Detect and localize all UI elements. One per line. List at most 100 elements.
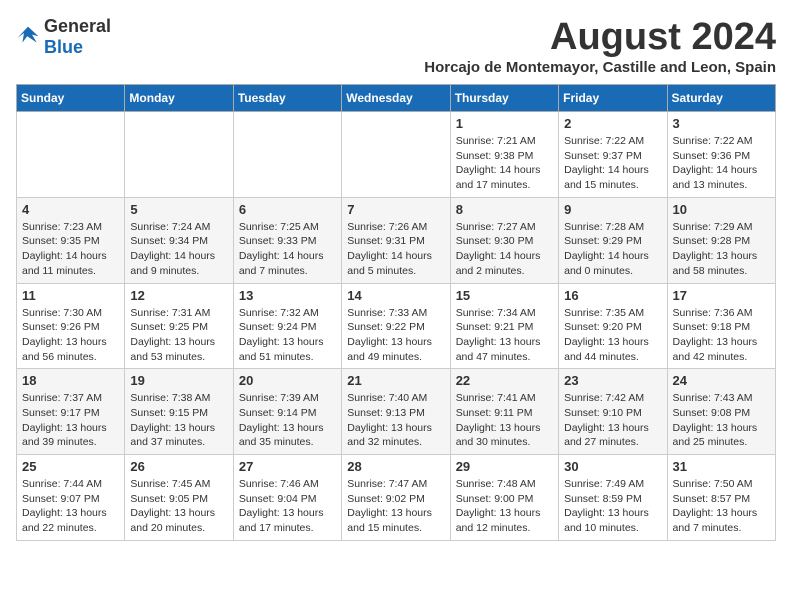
day-info: Sunrise: 7:22 AM Sunset: 9:37 PM Dayligh… xyxy=(564,134,661,193)
calendar-header-row: SundayMondayTuesdayWednesdayThursdayFrid… xyxy=(17,85,776,112)
calendar-cell: 21 Sunrise: 7:40 AM Sunset: 9:13 PM Dayli… xyxy=(342,369,450,455)
day-number: 20 xyxy=(239,373,336,388)
day-info: Sunrise: 7:29 AM Sunset: 9:28 PM Dayligh… xyxy=(673,220,770,279)
day-number: 26 xyxy=(130,459,227,474)
day-number: 5 xyxy=(130,202,227,217)
day-number: 28 xyxy=(347,459,444,474)
day-info: Sunrise: 7:26 AM Sunset: 9:31 PM Dayligh… xyxy=(347,220,444,279)
calendar-week-1: 1Sunrise: 7:21 AM Sunset: 9:38 PM Daylig… xyxy=(17,112,776,198)
day-info: Sunrise: 7:36 AM Sunset: 9:18 PM Dayligh… xyxy=(673,306,770,365)
day-info: Sunrise: 7:28 AM Sunset: 9:29 PM Dayligh… xyxy=(564,220,661,279)
day-info: Sunrise: 7:35 AM Sunset: 9:20 PM Dayligh… xyxy=(564,306,661,365)
calendar-cell: 17 Sunrise: 7:36 AM Sunset: 9:18 PM Dayli… xyxy=(667,283,775,369)
day-info: Sunrise: 7:22 AM Sunset: 9:36 PM Dayligh… xyxy=(673,134,770,193)
day-info: Sunrise: 7:27 AM Sunset: 9:30 PM Dayligh… xyxy=(456,220,553,279)
calendar-cell: 8 Sunrise: 7:27 AM Sunset: 9:30 PM Daylig… xyxy=(450,197,558,283)
day-header-friday: Friday xyxy=(559,85,667,112)
calendar: SundayMondayTuesdayWednesdayThursdayFrid… xyxy=(16,84,776,541)
day-number: 14 xyxy=(347,288,444,303)
day-number: 23 xyxy=(564,373,661,388)
calendar-week-3: 11 Sunrise: 7:30 AM Sunset: 9:26 PM Dayli… xyxy=(17,283,776,369)
calendar-cell: 22Sunrise: 7:41 AM Sunset: 9:11 PM Dayli… xyxy=(450,369,558,455)
day-info: Sunrise: 7:30 AM Sunset: 9:26 PM Dayligh… xyxy=(22,306,119,365)
calendar-week-4: 18 Sunrise: 7:37 AM Sunset: 9:17 PM Dayli… xyxy=(17,369,776,455)
calendar-cell: 28 Sunrise: 7:47 AM Sunset: 9:02 PM Dayli… xyxy=(342,455,450,541)
day-number: 17 xyxy=(673,288,770,303)
calendar-cell: 7 Sunrise: 7:26 AM Sunset: 9:31 PM Daylig… xyxy=(342,197,450,283)
calendar-cell: 15Sunrise: 7:34 AM Sunset: 9:21 PM Dayli… xyxy=(450,283,558,369)
day-number: 30 xyxy=(564,459,661,474)
calendar-cell: 4 Sunrise: 7:23 AM Sunset: 9:35 PM Daylig… xyxy=(17,197,125,283)
day-number: 3 xyxy=(673,116,770,131)
day-header-saturday: Saturday xyxy=(667,85,775,112)
calendar-week-2: 4 Sunrise: 7:23 AM Sunset: 9:35 PM Daylig… xyxy=(17,197,776,283)
day-header-thursday: Thursday xyxy=(450,85,558,112)
calendar-cell: 26 Sunrise: 7:45 AM Sunset: 9:05 PM Dayli… xyxy=(125,455,233,541)
day-info: Sunrise: 7:43 AM Sunset: 9:08 PM Dayligh… xyxy=(673,391,770,450)
day-number: 7 xyxy=(347,202,444,217)
day-number: 8 xyxy=(456,202,553,217)
calendar-cell xyxy=(342,112,450,198)
day-info: Sunrise: 7:33 AM Sunset: 9:22 PM Dayligh… xyxy=(347,306,444,365)
day-number: 10 xyxy=(673,202,770,217)
day-number: 29 xyxy=(456,459,553,474)
day-info: Sunrise: 7:21 AM Sunset: 9:38 PM Dayligh… xyxy=(456,134,553,193)
day-info: Sunrise: 7:47 AM Sunset: 9:02 PM Dayligh… xyxy=(347,477,444,536)
calendar-cell xyxy=(233,112,341,198)
day-number: 21 xyxy=(347,373,444,388)
day-info: Sunrise: 7:40 AM Sunset: 9:13 PM Dayligh… xyxy=(347,391,444,450)
calendar-cell: 20 Sunrise: 7:39 AM Sunset: 9:14 PM Dayli… xyxy=(233,369,341,455)
day-header-monday: Monday xyxy=(125,85,233,112)
calendar-cell: 12Sunrise: 7:31 AM Sunset: 9:25 PM Dayli… xyxy=(125,283,233,369)
day-info: Sunrise: 7:38 AM Sunset: 9:15 PM Dayligh… xyxy=(130,391,227,450)
calendar-cell: 9 Sunrise: 7:28 AM Sunset: 9:29 PM Daylig… xyxy=(559,197,667,283)
day-number: 24 xyxy=(673,373,770,388)
calendar-cell: 24 Sunrise: 7:43 AM Sunset: 9:08 PM Dayli… xyxy=(667,369,775,455)
day-info: Sunrise: 7:32 AM Sunset: 9:24 PM Dayligh… xyxy=(239,306,336,365)
day-number: 16 xyxy=(564,288,661,303)
calendar-cell: 27Sunrise: 7:46 AM Sunset: 9:04 PM Dayli… xyxy=(233,455,341,541)
day-number: 22 xyxy=(456,373,553,388)
calendar-cell xyxy=(17,112,125,198)
day-number: 25 xyxy=(22,459,119,474)
calendar-cell: 31 Sunrise: 7:50 AM Sunset: 8:57 PM Dayli… xyxy=(667,455,775,541)
title-block: August 2024 Horcajo de Montemayor, Casti… xyxy=(424,16,776,76)
day-info: Sunrise: 7:24 AM Sunset: 9:34 PM Dayligh… xyxy=(130,220,227,279)
day-number: 6 xyxy=(239,202,336,217)
logo-bird-icon xyxy=(16,25,40,49)
day-number: 2 xyxy=(564,116,661,131)
calendar-cell: 30 Sunrise: 7:49 AM Sunset: 8:59 PM Dayli… xyxy=(559,455,667,541)
day-info: Sunrise: 7:48 AM Sunset: 9:00 PM Dayligh… xyxy=(456,477,553,536)
day-info: Sunrise: 7:45 AM Sunset: 9:05 PM Dayligh… xyxy=(130,477,227,536)
calendar-cell: 14 Sunrise: 7:33 AM Sunset: 9:22 PM Dayli… xyxy=(342,283,450,369)
calendar-cell: 5 Sunrise: 7:24 AM Sunset: 9:34 PM Daylig… xyxy=(125,197,233,283)
day-number: 9 xyxy=(564,202,661,217)
day-info: Sunrise: 7:37 AM Sunset: 9:17 PM Dayligh… xyxy=(22,391,119,450)
calendar-cell: 23 Sunrise: 7:42 AM Sunset: 9:10 PM Dayli… xyxy=(559,369,667,455)
subtitle: Horcajo de Montemayor, Castille and Leon… xyxy=(424,59,776,76)
header: General Blue August 2024 Horcajo de Mont… xyxy=(16,16,776,76)
day-header-sunday: Sunday xyxy=(17,85,125,112)
calendar-cell: 25 Sunrise: 7:44 AM Sunset: 9:07 PM Dayli… xyxy=(17,455,125,541)
day-header-wednesday: Wednesday xyxy=(342,85,450,112)
calendar-week-5: 25 Sunrise: 7:44 AM Sunset: 9:07 PM Dayli… xyxy=(17,455,776,541)
day-number: 31 xyxy=(673,459,770,474)
day-number: 18 xyxy=(22,373,119,388)
day-info: Sunrise: 7:44 AM Sunset: 9:07 PM Dayligh… xyxy=(22,477,119,536)
calendar-cell: 29 Sunrise: 7:48 AM Sunset: 9:00 PM Dayli… xyxy=(450,455,558,541)
logo: General Blue xyxy=(16,16,111,58)
day-info: Sunrise: 7:39 AM Sunset: 9:14 PM Dayligh… xyxy=(239,391,336,450)
day-info: Sunrise: 7:42 AM Sunset: 9:10 PM Dayligh… xyxy=(564,391,661,450)
logo-text: General Blue xyxy=(44,16,111,58)
day-info: Sunrise: 7:25 AM Sunset: 9:33 PM Dayligh… xyxy=(239,220,336,279)
calendar-cell: 6 Sunrise: 7:25 AM Sunset: 9:33 PM Daylig… xyxy=(233,197,341,283)
day-info: Sunrise: 7:50 AM Sunset: 8:57 PM Dayligh… xyxy=(673,477,770,536)
day-number: 11 xyxy=(22,288,119,303)
day-number: 15 xyxy=(456,288,553,303)
calendar-cell: 2 Sunrise: 7:22 AM Sunset: 9:37 PM Daylig… xyxy=(559,112,667,198)
day-info: Sunrise: 7:49 AM Sunset: 8:59 PM Dayligh… xyxy=(564,477,661,536)
day-info: Sunrise: 7:23 AM Sunset: 9:35 PM Dayligh… xyxy=(22,220,119,279)
calendar-cell xyxy=(125,112,233,198)
day-number: 4 xyxy=(22,202,119,217)
day-number: 19 xyxy=(130,373,227,388)
